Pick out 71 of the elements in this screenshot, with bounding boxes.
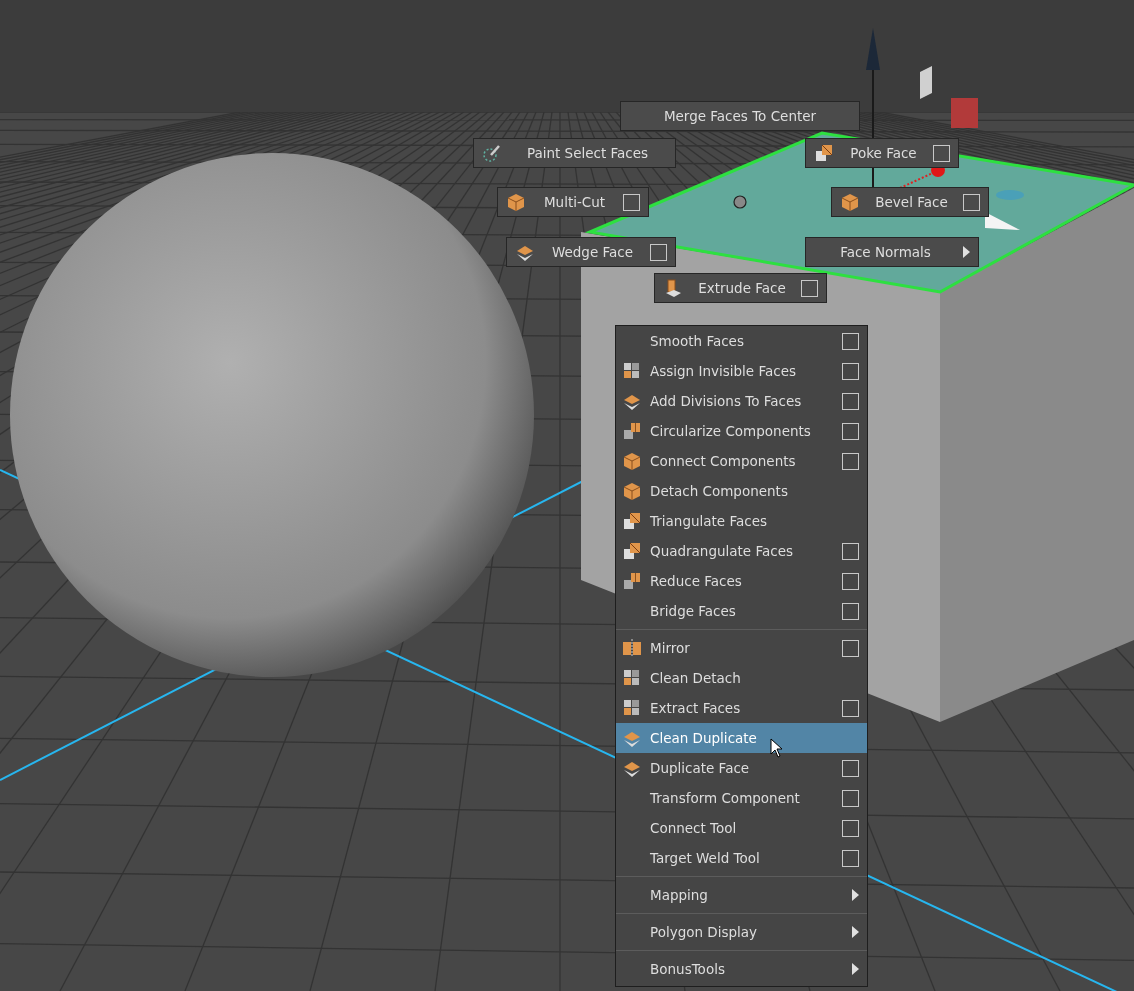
marking-menu-item[interactable]: Merge Faces To Center [620,101,860,131]
squares-icon [622,698,642,718]
option-box[interactable] [842,819,859,837]
grid-squares-icon [622,421,642,441]
menu-item[interactable]: Polygon Display [616,917,867,947]
submenu-arrow-icon [852,926,859,938]
option-box[interactable] [842,452,859,470]
marking-menu-item[interactable]: Poke Face [805,138,959,168]
marking-menu-item[interactable]: Paint Select Faces [473,138,676,168]
submenu-arrow-icon [852,963,859,975]
option-box[interactable] [623,193,640,211]
cube-icon [622,451,642,471]
option-box[interactable] [842,699,859,717]
menu-item[interactable]: Clean Detach [616,663,867,693]
option-box[interactable] [842,602,859,620]
option-box[interactable] [963,193,980,211]
mouse-cursor-icon [770,738,784,758]
menu-item[interactable]: Bridge Faces [616,596,867,626]
menu-item[interactable]: Add Divisions To Faces [616,386,867,416]
pivot-dot-icon [733,195,747,209]
scale-handle-icon[interactable] [951,98,978,128]
menu-item[interactable]: BonusTools [616,954,867,984]
menu-item[interactable]: Duplicate Face [616,753,867,783]
split-squares-icon [622,541,642,561]
menu-item[interactable]: Extract Faces [616,693,867,723]
marking-menu-item[interactable]: Extrude Face [654,273,827,303]
menu-item[interactable]: Target Weld Tool [616,843,867,873]
split-squares-icon [622,511,642,531]
option-box[interactable] [842,789,859,807]
option-box[interactable] [801,279,818,297]
brush-icon [482,143,502,163]
marking-menu-item[interactable]: Bevel Face [831,187,989,217]
cube-icon [506,192,526,212]
menu-item[interactable]: Clean Duplicate [616,723,867,753]
option-box[interactable] [842,849,859,867]
submenu-arrow-icon [852,889,859,901]
menu-item[interactable]: Triangulate Faces [616,506,867,536]
marking-menu-item[interactable]: Multi-Cut [497,187,649,217]
mirror-icon [622,638,642,658]
menu-item[interactable]: Assign Invisible Faces [616,356,867,386]
marking-menu-item[interactable]: Face Normals [805,237,979,267]
menu-item[interactable]: Transform Component [616,783,867,813]
option-box[interactable] [650,243,667,261]
grid-squares-icon [622,571,642,591]
menu-item[interactable]: Quadrangulate Faces [616,536,867,566]
submenu-arrow-icon [963,246,970,258]
squares-icon [622,361,642,381]
menu-item[interactable]: Reduce Faces [616,566,867,596]
menu-item[interactable]: Detach Components [616,476,867,506]
option-box[interactable] [842,392,859,410]
menu-item[interactable]: Mapping [616,880,867,910]
arrow-tip-icon[interactable] [985,212,1020,230]
option-box[interactable] [842,362,859,380]
menu-item[interactable]: Circularize Components [616,416,867,446]
cube-icon [622,481,642,501]
option-box[interactable] [842,759,859,777]
marking-menu-item[interactable]: Wedge Face [506,237,676,267]
option-box[interactable] [842,542,859,560]
menu-item[interactable]: Connect Components [616,446,867,476]
cube-icon [840,192,860,212]
option-box[interactable] [842,332,859,350]
option-box[interactable] [842,639,859,657]
menu-item[interactable]: Mirror [616,633,867,663]
menu-item[interactable]: Smooth Faces [616,326,867,356]
plane-handle-icon[interactable] [920,66,932,99]
menu-item[interactable]: Connect Tool [616,813,867,843]
split-squares-icon [814,143,834,163]
option-box[interactable] [933,144,950,162]
option-box[interactable] [842,572,859,590]
option-box[interactable] [842,422,859,440]
squares-icon [622,668,642,688]
